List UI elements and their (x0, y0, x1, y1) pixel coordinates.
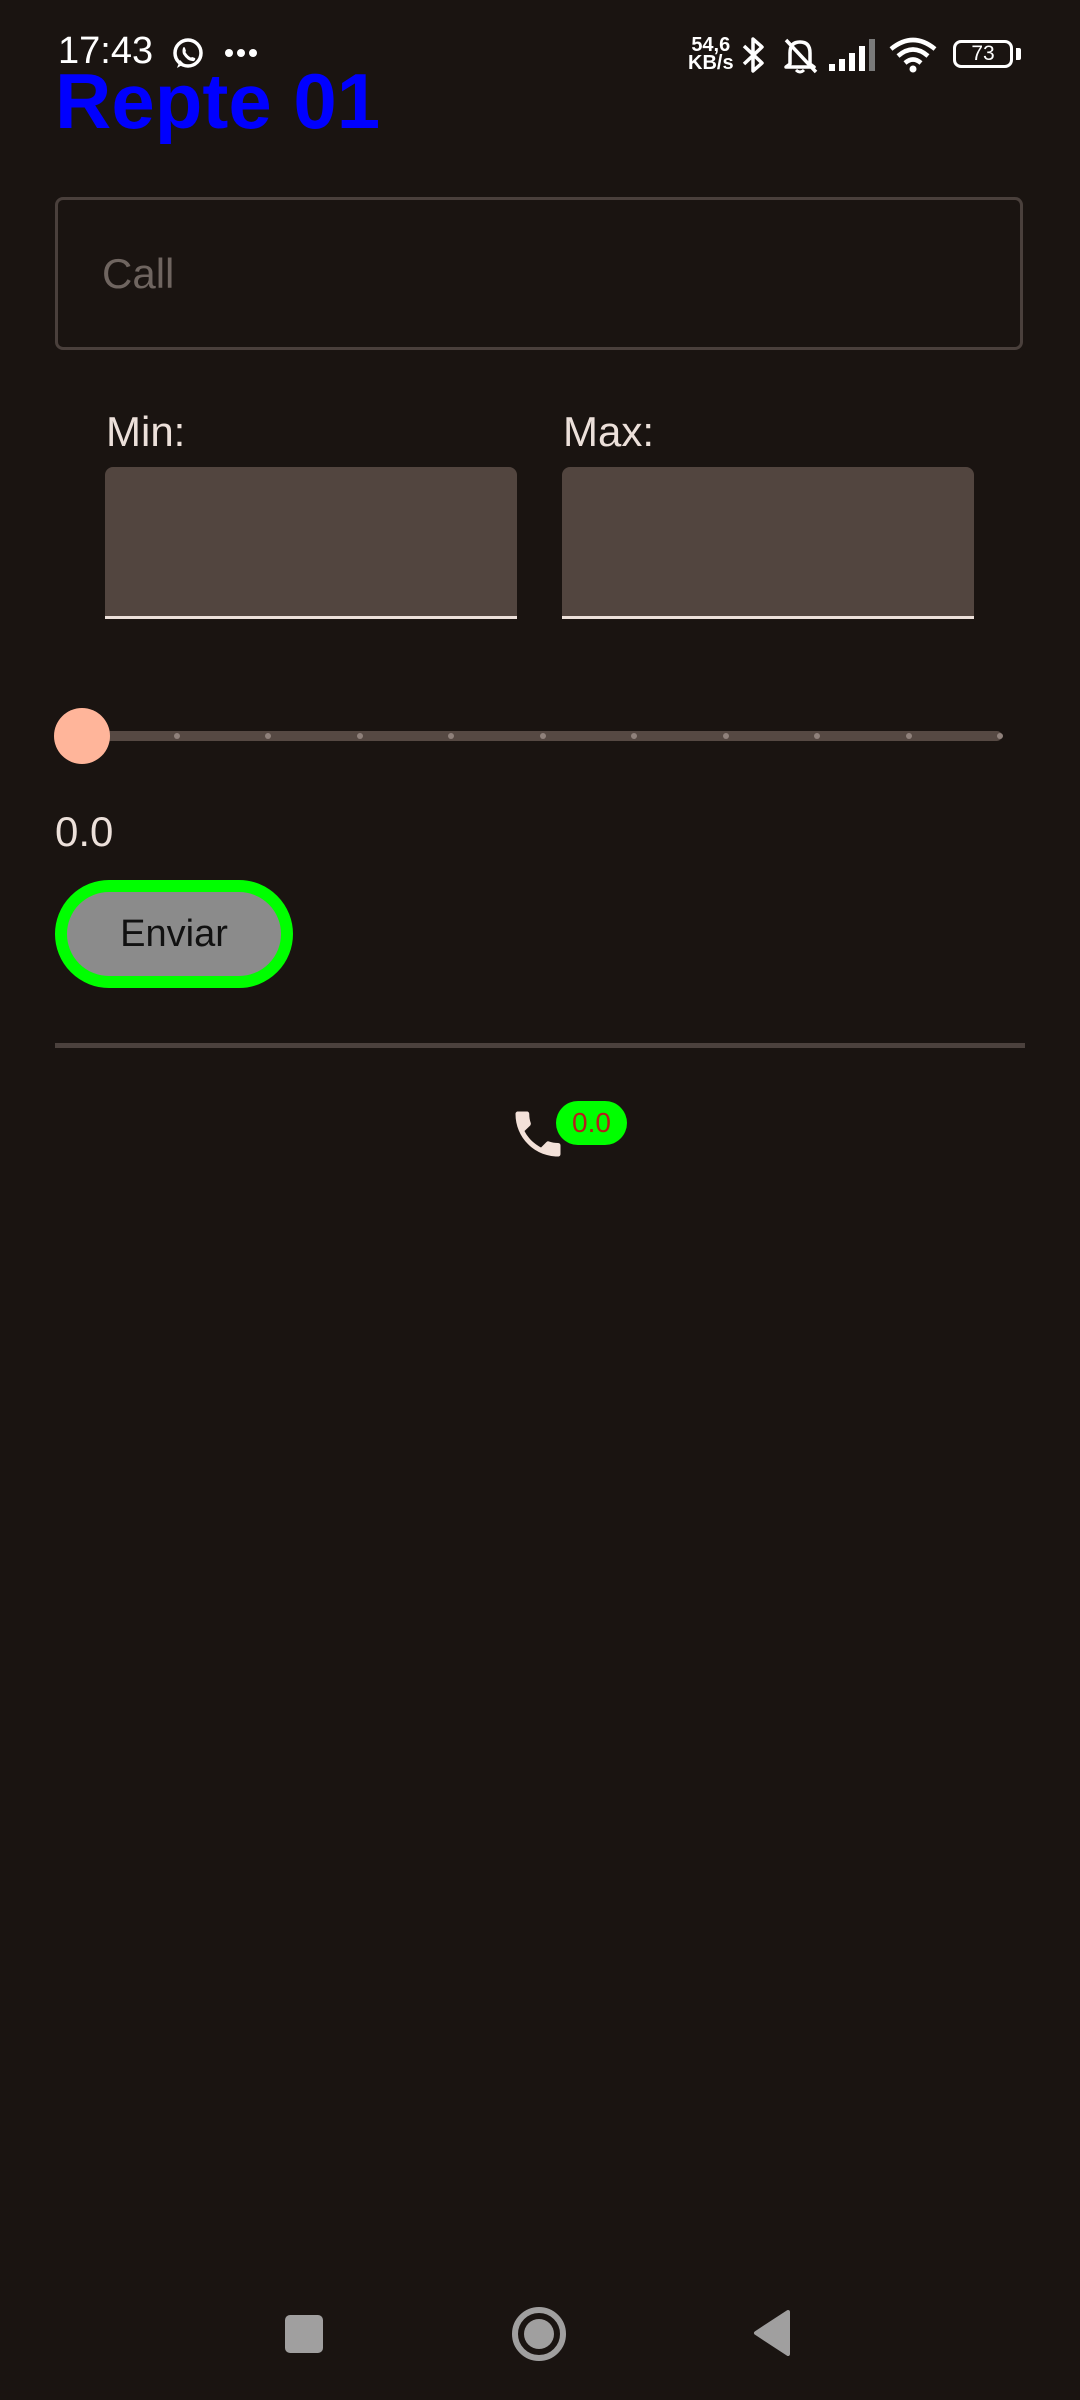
home-icon-center (524, 2319, 554, 2349)
slider-tick (448, 733, 454, 739)
battery-level: 73 (971, 42, 995, 65)
speed-unit: KB/s (688, 52, 734, 74)
slider-tick (539, 733, 546, 739)
slider-tick (905, 733, 912, 739)
min-field[interactable] (105, 467, 517, 619)
min-label: Min: (106, 408, 186, 455)
max-field[interactable] (562, 467, 974, 619)
battery-icon: 73 (953, 40, 1013, 68)
recents-icon[interactable] (285, 2315, 323, 2353)
battery-tip (1016, 48, 1021, 60)
slider-tick (722, 733, 729, 739)
badge-value: 0.0 (572, 1107, 611, 1138)
slider-tick (265, 733, 271, 739)
call-field[interactable] (55, 197, 1023, 350)
slider-tick (173, 733, 180, 739)
divider (55, 1043, 1025, 1048)
slider-tick (997, 733, 1003, 739)
max-label: Max: (563, 408, 655, 455)
network-speed: 54,6 KB/s (688, 35, 734, 74)
status-badge: 0.0 (556, 1101, 627, 1145)
back-icon[interactable] (752, 2310, 792, 2356)
bell-muted-icon (784, 38, 818, 74)
slider-tick (631, 733, 637, 739)
slider-value: 0.0 (55, 808, 114, 855)
wifi-icon (889, 37, 937, 73)
signal-icon (829, 39, 875, 71)
call-input[interactable] (58, 200, 1020, 347)
slider-tick (356, 733, 363, 739)
bluetooth-icon (742, 37, 764, 73)
slider-thumb[interactable] (54, 708, 110, 764)
send-button-label: Enviar (120, 912, 228, 955)
slider-tick (814, 733, 820, 739)
app-title: Repte 01 (55, 57, 381, 145)
min-input[interactable] (105, 467, 517, 616)
send-button[interactable]: Enviar (55, 880, 293, 988)
max-input[interactable] (562, 467, 974, 616)
